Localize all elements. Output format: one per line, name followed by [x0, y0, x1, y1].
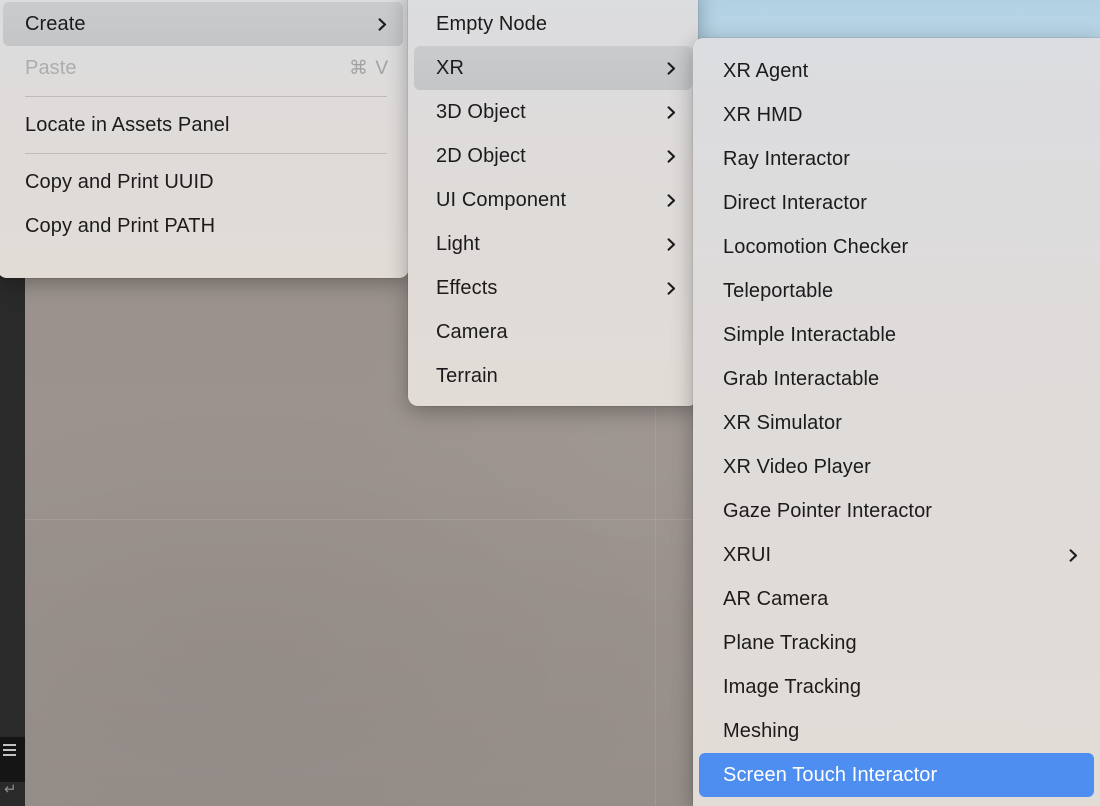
menu-item-xr-video-player[interactable]: XR Video Player [699, 445, 1094, 489]
menu-item-direct-interactor[interactable]: Direct Interactor [699, 181, 1094, 225]
hamburger-icon[interactable] [3, 744, 16, 757]
menu-item-label: Teleportable [723, 280, 1080, 303]
menu-item-label: Create [25, 13, 364, 36]
menu-item-paste: Paste⌘ V [3, 46, 403, 90]
menu-item-light[interactable]: Light [414, 222, 692, 266]
menu-item-label: Gaze Pointer Interactor [723, 500, 1080, 523]
menu-item-xr-simulator[interactable]: XR Simulator [699, 401, 1094, 445]
menu-item-label: 3D Object [436, 101, 653, 124]
menu-item-label: XR Video Player [723, 456, 1080, 479]
menu-item-copy-and-print-path[interactable]: Copy and Print PATH [3, 204, 403, 248]
xr-submenu[interactable]: XR Agent XR HMD Ray Interactor Direct Inter… [693, 38, 1100, 806]
menu-item-xr-hmd[interactable]: XR HMD [699, 93, 1094, 137]
menu-item-label: Meshing [723, 720, 1080, 743]
menu-item-label: Locomotion Checker [723, 236, 1080, 259]
chevron-right-icon [665, 62, 678, 75]
menu-item-camera[interactable]: Camera [414, 310, 692, 354]
menu-item-label: UI Component [436, 189, 653, 212]
chevron-right-icon [665, 106, 678, 119]
menu-item-xr-agent[interactable]: XR Agent [699, 49, 1094, 93]
chevron-right-icon [665, 194, 678, 207]
menu-item-terrain[interactable]: Terrain [414, 354, 692, 398]
menu-item-label: Screen Touch Interactor [723, 764, 1080, 787]
menu-item-3d-object[interactable]: 3D Object [414, 90, 692, 134]
chevron-right-icon [665, 282, 678, 295]
menu-item-label: Paste [25, 57, 349, 80]
chevron-right-icon [665, 238, 678, 251]
menu-item-image-tracking[interactable]: Image Tracking [699, 665, 1094, 709]
menu-item-label: Simple Interactable [723, 324, 1080, 347]
menu-item-label: Copy and Print PATH [25, 215, 389, 238]
menu-item-label: 2D Object [436, 145, 653, 168]
node-context-menu[interactable]: Create Paste⌘ V Locate in Assets Panel Copy… [0, 0, 409, 278]
menu-item-label: Effects [436, 277, 653, 300]
menu-item-2d-object[interactable]: 2D Object [414, 134, 692, 178]
menu-item-label: Ray Interactor [723, 148, 1080, 171]
menu-item-empty-node[interactable]: Empty Node [414, 2, 692, 46]
menu-item-copy-and-print-uuid[interactable]: Copy and Print UUID [3, 160, 403, 204]
menu-item-teleportable[interactable]: Teleportable [699, 269, 1094, 313]
menu-item-label: XRUI [723, 544, 1055, 567]
menu-item-ray-interactor[interactable]: Ray Interactor [699, 137, 1094, 181]
menu-item-label: Plane Tracking [723, 632, 1080, 655]
menu-item-label: Grab Interactable [723, 368, 1080, 391]
menu-item-meshing[interactable]: Meshing [699, 709, 1094, 753]
menu-item-label: Image Tracking [723, 676, 1080, 699]
menu-item-label: XR Simulator [723, 412, 1080, 435]
menu-item-gaze-pointer-interactor[interactable]: Gaze Pointer Interactor [699, 489, 1094, 533]
menu-separator [25, 153, 387, 154]
editor-window: ↵ Create Paste⌘ V Locate in Assets Panel Co… [0, 0, 1100, 806]
return-arrow-icon[interactable]: ↵ [4, 783, 18, 797]
menu-item-label: Terrain [436, 365, 678, 388]
menu-item-plane-tracking[interactable]: Plane Tracking [699, 621, 1094, 665]
menu-item-label: Empty Node [436, 13, 678, 36]
menu-item-xr[interactable]: XR [414, 46, 692, 90]
menu-item-locomotion-checker[interactable]: Locomotion Checker [699, 225, 1094, 269]
menu-item-screen-touch-interactor[interactable]: Screen Touch Interactor [699, 753, 1094, 797]
menu-item-xrui[interactable]: XRUI [699, 533, 1094, 577]
menu-item-label: Copy and Print UUID [25, 171, 389, 194]
create-submenu[interactable]: Empty Node XR 3D Object 2D Object UI Compone… [408, 0, 698, 406]
menu-separator [25, 96, 387, 97]
menu-item-ar-camera[interactable]: AR Camera [699, 577, 1094, 621]
menu-item-label: AR Camera [723, 588, 1080, 611]
menu-item-label: XR Agent [723, 60, 1080, 83]
menu-item-simple-interactable[interactable]: Simple Interactable [699, 313, 1094, 357]
menu-item-shortcut: ⌘ V [349, 57, 389, 80]
menu-item-label: XR [436, 57, 653, 80]
menu-item-ui-component[interactable]: UI Component [414, 178, 692, 222]
menu-item-label: Camera [436, 321, 678, 344]
menu-item-grab-interactable[interactable]: Grab Interactable [699, 357, 1094, 401]
menu-item-label: Locate in Assets Panel [25, 114, 389, 137]
menu-item-label: Light [436, 233, 653, 256]
menu-item-locate-in-assets-panel[interactable]: Locate in Assets Panel [3, 103, 403, 147]
menu-item-label: Direct Interactor [723, 192, 1080, 215]
chevron-right-icon [376, 18, 389, 31]
chevron-right-icon [1067, 549, 1080, 562]
menu-item-create[interactable]: Create [3, 2, 403, 46]
menu-item-label: XR HMD [723, 104, 1080, 127]
chevron-right-icon [665, 150, 678, 163]
menu-item-effects[interactable]: Effects [414, 266, 692, 310]
